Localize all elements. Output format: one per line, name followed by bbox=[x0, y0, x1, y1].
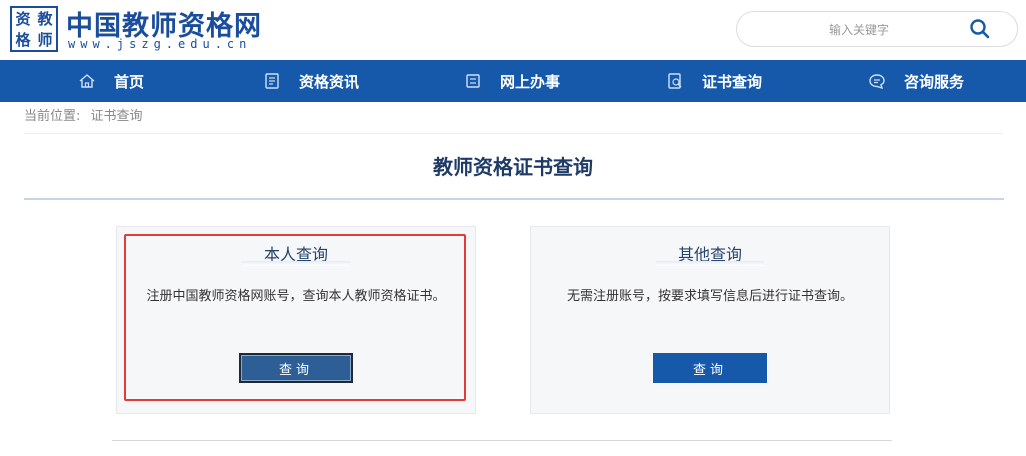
site-header: 资 教 格 师 中国教师资格网 www.jszg.edu.cn bbox=[0, 0, 1026, 60]
nav-item-consult[interactable]: 咨询服务 bbox=[868, 60, 964, 102]
other-query-card: 其他查询 无需注册账号，按要求填写信息后进行证书查询。 查询 bbox=[530, 226, 890, 414]
card-title-underline bbox=[242, 261, 350, 266]
search-icon[interactable] bbox=[968, 17, 992, 41]
breadcrumb-current[interactable]: 证书查询 bbox=[91, 109, 143, 124]
nav-item-certificate-query[interactable]: 证书查询 bbox=[666, 60, 762, 102]
other-query-button[interactable]: 查询 bbox=[653, 353, 767, 383]
card-description: 注册中国教师资格网账号，查询本人教师资格证书。 bbox=[146, 289, 446, 304]
online-service-icon bbox=[466, 74, 480, 88]
logo-char: 师 bbox=[37, 31, 53, 49]
certificate-query-icon bbox=[668, 73, 682, 89]
site-url: www.jszg.edu.cn bbox=[68, 37, 252, 51]
logo-char: 资 bbox=[15, 10, 31, 28]
logo[interactable]: 资 教 格 师 bbox=[10, 6, 58, 52]
logo-char: 格 bbox=[15, 31, 31, 49]
nav-item-online-service[interactable]: 网上办事 bbox=[464, 60, 560, 102]
chat-icon bbox=[869, 74, 885, 90]
search-input[interactable] bbox=[759, 20, 959, 40]
home-icon bbox=[79, 74, 95, 88]
card-title-underline bbox=[656, 261, 764, 266]
logo-char: 教 bbox=[37, 10, 53, 28]
self-query-card: 本人查询 注册中国教师资格网账号，查询本人教师资格证书。 查询 bbox=[116, 226, 476, 414]
news-icon bbox=[265, 73, 279, 89]
divider bbox=[24, 133, 1002, 134]
nav-item-news[interactable]: 资格资讯 bbox=[263, 60, 359, 102]
title-divider bbox=[24, 198, 1004, 200]
nav-label: 咨询服务 bbox=[904, 72, 965, 91]
nav-item-home[interactable]: 首页 bbox=[78, 60, 144, 102]
nav-label: 网上办事 bbox=[500, 72, 561, 91]
breadcrumb-prefix: 当前位置: bbox=[24, 109, 81, 124]
self-query-button[interactable]: 查询 bbox=[239, 353, 353, 383]
card-description: 无需注册账号，按要求填写信息后进行证书查询。 bbox=[566, 289, 853, 304]
divider bbox=[112, 440, 892, 441]
nav-label: 资格资讯 bbox=[299, 72, 360, 91]
breadcrumb: 当前位置: 证书查询 bbox=[24, 105, 143, 124]
main-nav: 首页 资格资讯 网上办事 证书查询 咨询服务 bbox=[0, 60, 1026, 102]
page-title: 教师资格证书查询 bbox=[433, 155, 593, 179]
nav-label: 证书查询 bbox=[702, 72, 763, 91]
nav-label: 首页 bbox=[114, 72, 145, 91]
